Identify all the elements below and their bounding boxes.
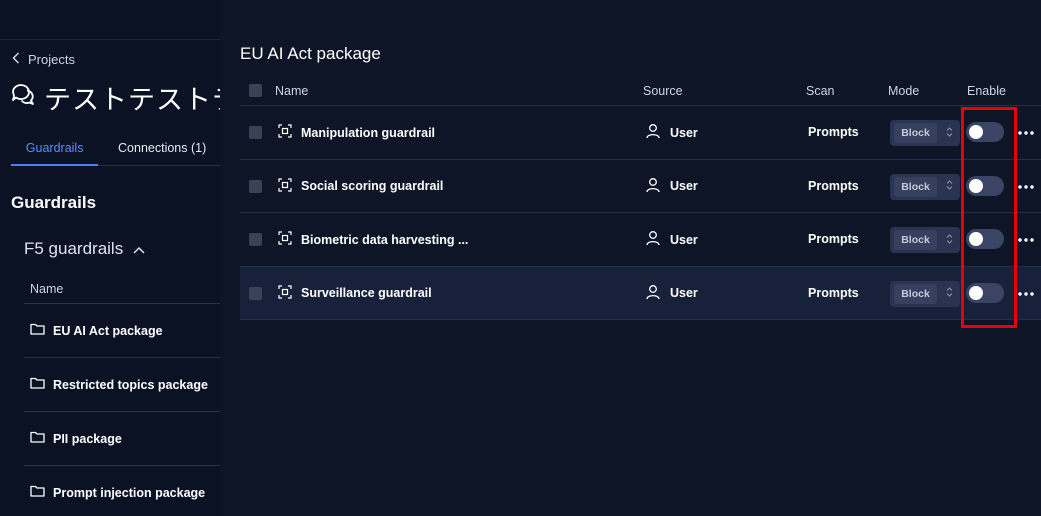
mode-select[interactable]: Block [890, 173, 960, 200]
source-cell: User [645, 123, 698, 142]
column-header-mode: Mode [888, 84, 920, 98]
page-title: EU AI Act package [240, 44, 381, 63]
chevron-up-icon [133, 239, 145, 259]
source-cell: User [645, 284, 698, 303]
mode-select[interactable]: Block [890, 280, 960, 307]
toggle-knob [969, 178, 983, 193]
toggle-knob [969, 125, 983, 139]
mode-value: Block [894, 123, 937, 143]
chat-bubbles-icon [10, 81, 36, 114]
user-icon [645, 123, 661, 142]
enable-toggle[interactable] [966, 122, 1004, 142]
back-to-projects-link[interactable]: Projects [12, 52, 75, 67]
table-row: Surveillance guardrail User Prompts Bloc… [240, 266, 1041, 320]
mode-select[interactable]: Block [890, 120, 960, 146]
package-item-pii[interactable]: PII package [24, 412, 220, 466]
mode-select[interactable]: Block [890, 227, 960, 253]
sidebar-tabs: Guardrails Connections (1) [11, 134, 220, 166]
enable-toggle[interactable] [966, 282, 1004, 303]
toggle-knob [969, 285, 983, 300]
main-panel: EU AI Act package Name Source Scan Mode … [220, 0, 1041, 516]
source-label: User [670, 286, 698, 300]
mode-value: Block [894, 230, 937, 250]
column-header-scan: Scan [806, 84, 835, 98]
user-icon [645, 230, 661, 249]
project-title: テストテストテ [10, 78, 220, 117]
enable-toggle[interactable] [966, 175, 1004, 196]
package-item-eu-ai-act[interactable]: EU AI Act package [24, 304, 220, 358]
sidebar: Projects テストテストテ Guardrails Connections … [0, 0, 220, 516]
package-item-label: Restricted topics package [53, 377, 208, 392]
table-row: Biometric data harvesting ... User Promp… [240, 213, 1041, 267]
enable-toggle[interactable] [966, 229, 1004, 249]
updown-chevron-icon [937, 126, 953, 141]
sidebar-topbar [0, 0, 220, 40]
scan-frame-icon [278, 124, 292, 141]
source-label: User [670, 125, 698, 140]
package-item-label: Prompt injection package [53, 485, 206, 500]
guardrail-name: Manipulation guardrail [301, 125, 436, 140]
group-title-label: F5 guardrails [24, 239, 124, 258]
table-row: Manipulation guardrail User Prompts Bloc… [240, 106, 1041, 160]
more-options-icon[interactable] [1018, 238, 1034, 242]
guardrails-table: Name Source Scan Mode Enable Manipulatio… [240, 78, 1041, 320]
scan-label: Prompts [808, 125, 859, 139]
guardrail-name: Biometric data harvesting ... [301, 232, 469, 247]
guardrail-name: Surveillance guardrail [301, 286, 432, 300]
section-title: Guardrails [11, 193, 97, 212]
package-list-header: Name [24, 276, 220, 304]
scan-frame-icon [278, 284, 292, 302]
project-title-text: テストテストテ [44, 85, 220, 115]
package-item-label: PII package [53, 431, 122, 446]
row-checkbox[interactable] [249, 286, 262, 300]
tab-guardrails[interactable]: Guardrails [11, 134, 99, 166]
f5-guardrails-group-toggle[interactable]: F5 guardrails [24, 239, 145, 259]
package-item-label: EU AI Act package [53, 323, 163, 338]
folder-icon [30, 323, 45, 338]
more-options-icon[interactable] [1018, 131, 1034, 135]
folder-icon [30, 431, 45, 446]
table-row: Social scoring guardrail User Prompts Bl… [240, 160, 1041, 213]
scan-frame-icon [278, 177, 292, 195]
source-cell: User [645, 230, 698, 249]
row-checkbox[interactable] [249, 233, 262, 246]
toggle-knob [969, 232, 983, 246]
package-list: Name EU AI Act package Restricted topics… [24, 276, 220, 516]
column-header-name: Name [275, 84, 309, 98]
updown-chevron-icon [937, 286, 953, 301]
column-header-source: Source [643, 84, 683, 98]
tab-connections[interactable]: Connections (1) [104, 134, 220, 166]
scan-label: Prompts [808, 178, 859, 193]
scan-label: Prompts [808, 232, 859, 246]
row-checkbox[interactable] [249, 126, 262, 139]
source-cell: User [645, 177, 698, 196]
scan-label: Prompts [808, 285, 859, 300]
updown-chevron-icon [937, 179, 953, 194]
guardrail-name-link[interactable]: Biometric data harvesting ... [278, 231, 468, 248]
package-item-restricted-topics[interactable]: Restricted topics package [24, 358, 220, 412]
guardrail-name-link[interactable]: Manipulation guardrail [278, 124, 435, 141]
mode-value: Block [894, 176, 937, 197]
scan-frame-icon [278, 231, 292, 248]
more-options-icon[interactable] [1018, 291, 1034, 296]
mode-value: Block [894, 283, 937, 304]
table-header: Name Source Scan Mode Enable [240, 78, 1041, 106]
folder-icon [30, 485, 45, 500]
guardrail-name-link[interactable]: Surveillance guardrail [278, 284, 432, 302]
more-options-icon[interactable] [1018, 184, 1034, 189]
chevron-left-icon [12, 52, 20, 67]
select-all-checkbox[interactable] [249, 84, 262, 97]
row-checkbox[interactable] [249, 179, 262, 193]
user-icon [645, 177, 661, 196]
guardrail-name: Social scoring guardrail [301, 179, 444, 193]
back-link-label: Projects [28, 52, 75, 67]
user-icon [645, 284, 661, 303]
source-label: User [670, 179, 698, 193]
guardrail-name-link[interactable]: Social scoring guardrail [278, 177, 444, 195]
package-item-prompt-injection[interactable]: Prompt injection package [24, 466, 220, 516]
folder-icon [30, 377, 45, 392]
column-header-enable: Enable [967, 84, 1006, 98]
updown-chevron-icon [937, 233, 953, 248]
source-label: User [670, 232, 698, 247]
